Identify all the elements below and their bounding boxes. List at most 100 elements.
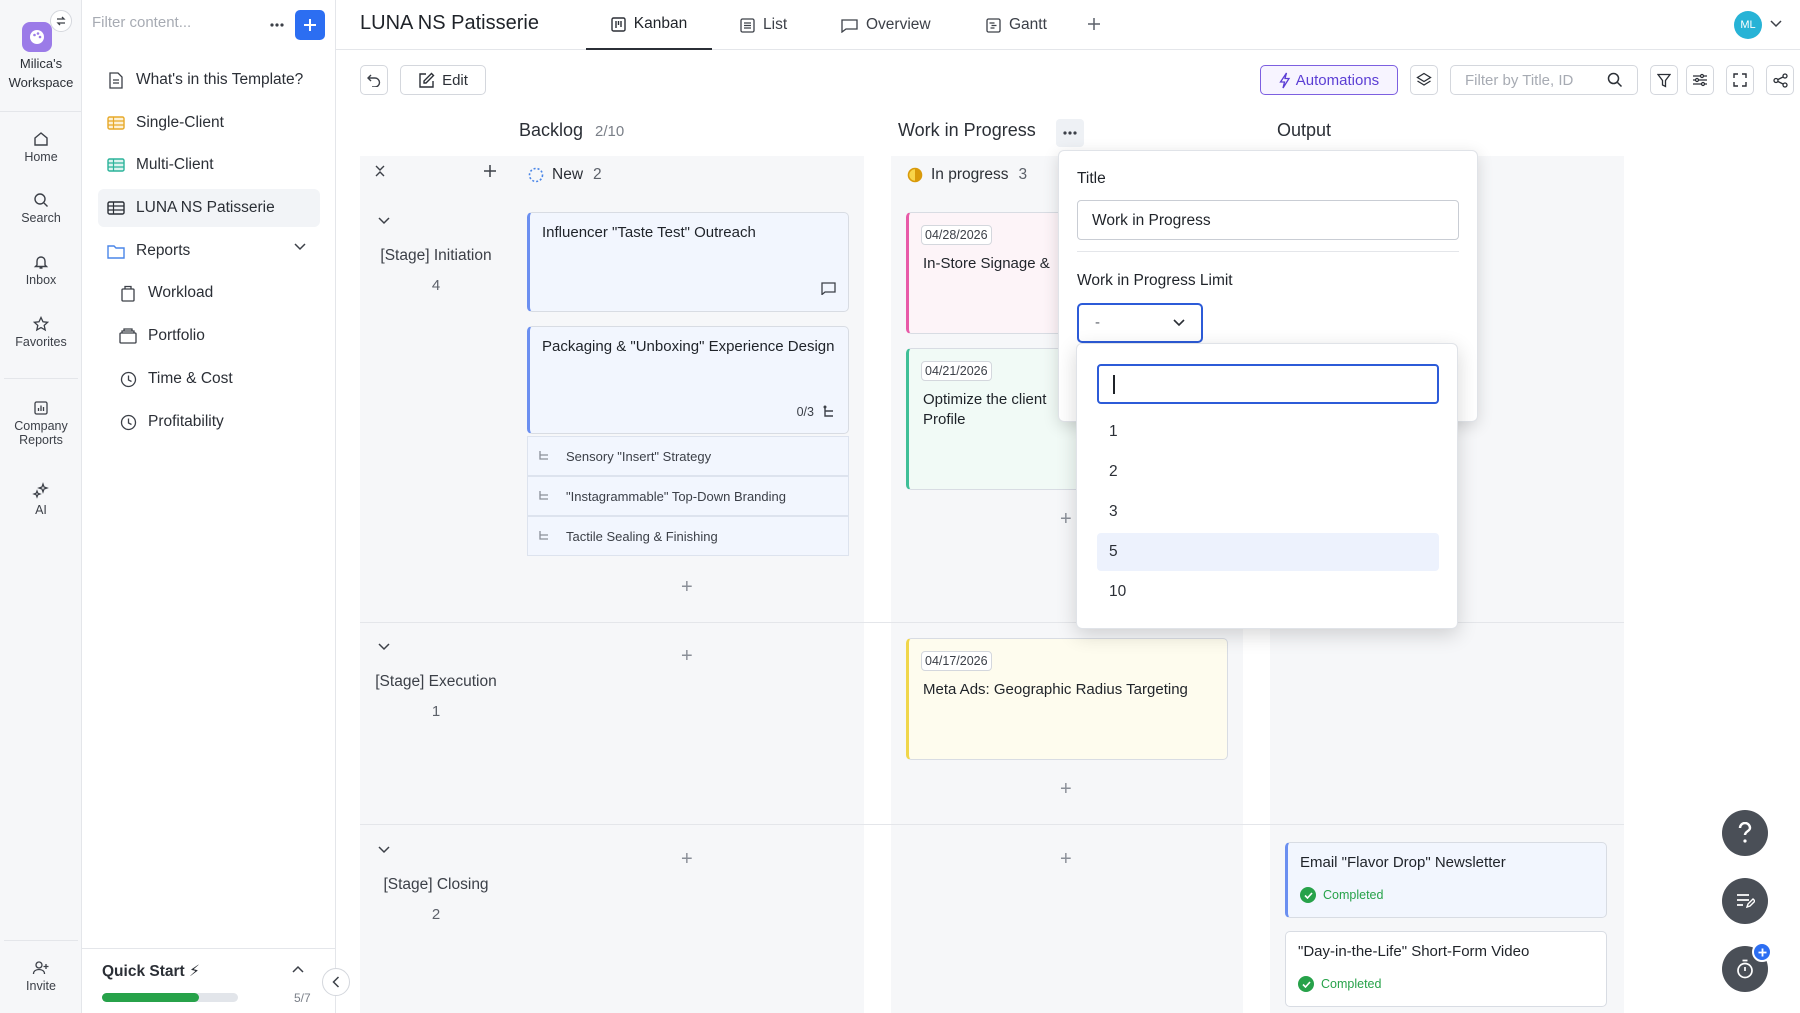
column-header-backlog[interactable]: Backlog 2/10 — [519, 120, 624, 141]
sidebar-add-button[interactable] — [295, 10, 325, 40]
list-icon — [740, 17, 755, 33]
chevron-down-icon[interactable] — [378, 217, 390, 225]
dropdown-search-input[interactable] — [1097, 364, 1439, 404]
fullscreen-button[interactable] — [1726, 65, 1754, 95]
sidebar-item-workload[interactable]: Workload — [98, 274, 320, 312]
add-card-button[interactable]: + — [1060, 848, 1072, 871]
popover-divider — [1077, 251, 1459, 252]
task-card[interactable]: Influencer "Taste Test" Outreach — [527, 212, 849, 312]
status-in-progress[interactable]: In progress 3 — [907, 166, 1027, 184]
dropdown-option[interactable]: 5 — [1097, 533, 1439, 571]
wip-limit-label: Work in Progress Limit — [1077, 272, 1233, 289]
add-stage-icon[interactable] — [482, 163, 498, 179]
sidebar-item-multi-client[interactable]: Multi-Client — [98, 146, 320, 184]
rail-favorites[interactable]: Favorites — [0, 316, 82, 349]
rail-home[interactable]: Home — [0, 131, 82, 164]
task-card[interactable]: 04/17/2026 Meta Ads: Geographic Radius T… — [906, 638, 1228, 760]
sidebar-item-template-info[interactable]: What's in this Template? — [98, 61, 320, 99]
sidebar-filter-input[interactable]: Filter content... — [92, 14, 252, 31]
settings-button[interactable] — [1686, 65, 1714, 95]
tab-overview[interactable]: Overview — [841, 0, 931, 50]
task-card[interactable]: Packaging & "Unboxing" Experience Design… — [527, 326, 849, 434]
add-card-button[interactable]: + — [681, 848, 693, 871]
subtask-counter[interactable]: 0/3 — [797, 405, 836, 419]
quick-start-progress-fill — [102, 993, 200, 1002]
sidebar-item-profitability[interactable]: Profitability — [98, 403, 320, 441]
help-button[interactable] — [1722, 810, 1768, 856]
sidebar-item-luna-ns-patisserie[interactable]: LUNA NS Patisserie — [98, 189, 320, 227]
switch-workspace-icon[interactable] — [50, 10, 72, 32]
column-header-work-in-progress[interactable]: Work in Progress — [898, 120, 1036, 141]
column-title-input[interactable]: Work in Progress — [1077, 200, 1459, 240]
stage-execution[interactable]: [Stage] Execution 1 — [360, 673, 512, 720]
stage-closing[interactable]: [Stage] Closing 2 — [360, 876, 512, 923]
chevron-down-icon[interactable] — [1770, 20, 1782, 28]
subtask-row[interactable]: Tactile Sealing & Finishing — [527, 516, 849, 556]
sidebar-item-reports[interactable]: Reports — [98, 232, 320, 270]
task-card[interactable]: "Day-in-the-Life" Short-Form Video Compl… — [1285, 931, 1607, 1007]
task-card[interactable]: Email "Flavor Drop" Newsletter Completed — [1285, 842, 1607, 918]
sidebar-item-single-client[interactable]: Single-Client — [98, 104, 320, 142]
table-yellow-icon — [106, 113, 126, 133]
rail-company-reports[interactable]: Company Reports — [0, 400, 82, 447]
subtask-icon — [539, 531, 548, 540]
add-card-button[interactable]: + — [1060, 778, 1072, 801]
text-cursor — [1113, 375, 1115, 394]
stage-initiation[interactable]: [Stage] Initiation 4 — [360, 247, 512, 294]
check-icon — [1300, 887, 1316, 903]
rail-ai[interactable]: AI — [0, 482, 82, 517]
notes-button[interactable] — [1722, 878, 1768, 924]
dropdown-option[interactable]: 1 — [1097, 413, 1439, 451]
filter-button[interactable] — [1650, 65, 1678, 95]
automations-label: Automations — [1295, 71, 1380, 89]
board-filter-input[interactable]: Filter by Title, ID — [1450, 65, 1638, 95]
sidebar-item-time-cost[interactable]: Time & Cost — [98, 360, 320, 398]
column-menu-button[interactable] — [1056, 119, 1084, 147]
add-card-button[interactable]: + — [1060, 508, 1072, 531]
workspace-switcher[interactable]: Milica's Workspace — [0, 0, 82, 112]
chevron-up-icon[interactable] — [292, 965, 304, 973]
collapse-all-icon[interactable] — [374, 164, 386, 178]
chevron-down-icon[interactable] — [378, 643, 390, 651]
tab-label: List — [763, 16, 788, 33]
avatar[interactable]: ML — [1734, 11, 1762, 39]
sidebar-item-portfolio[interactable]: Portfolio — [98, 317, 320, 355]
sidebar-item-label: Time & Cost — [148, 370, 233, 387]
edit-button[interactable]: Edit — [400, 65, 486, 95]
rail-invite[interactable]: Invite — [0, 960, 82, 993]
share-button[interactable] — [1766, 65, 1794, 95]
undo-icon — [367, 74, 381, 87]
subtask-row[interactable]: "Instagrammable" Top-Down Branding — [527, 476, 849, 516]
rail-inbox[interactable]: Inbox — [0, 254, 82, 287]
column-header-output[interactable]: Output — [1277, 120, 1331, 141]
sidebar-item-label: Profitability — [148, 413, 224, 430]
tab-kanban[interactable]: Kanban — [586, 0, 712, 50]
rail-search[interactable]: Search — [0, 192, 82, 225]
add-card-button[interactable]: + — [681, 645, 693, 668]
wip-limit-select[interactable]: - — [1077, 303, 1203, 343]
add-view-icon[interactable] — [1084, 14, 1104, 34]
left-rail: Milica's Workspace Home Search Inbox Favo… — [0, 0, 82, 1013]
collapse-sidebar-button[interactable] — [322, 968, 350, 996]
automations-button[interactable]: Automations — [1260, 65, 1398, 95]
dropdown-option[interactable]: 3 — [1097, 493, 1439, 531]
add-timer-badge[interactable] — [1752, 942, 1772, 962]
layers-button[interactable] — [1410, 65, 1438, 95]
wip-limit-dropdown: 1 2 3 5 10 — [1076, 343, 1458, 629]
undo-button[interactable] — [360, 65, 388, 95]
chevron-down-icon[interactable] — [294, 243, 306, 251]
more-options-icon[interactable] — [266, 14, 288, 36]
dropdown-option[interactable]: 10 — [1097, 573, 1439, 611]
quick-start-panel[interactable]: Quick Start ⚡ 5/7 — [82, 948, 336, 1013]
search-icon — [34, 193, 48, 207]
tab-gantt[interactable]: Gantt — [986, 0, 1047, 50]
add-card-button[interactable]: + — [681, 576, 693, 599]
column-title: Backlog — [519, 120, 584, 140]
dropdown-option[interactable]: 2 — [1097, 453, 1439, 491]
chevron-down-icon[interactable] — [378, 846, 390, 854]
comment-icon[interactable] — [821, 282, 836, 295]
subtask-row[interactable]: Sensory "Insert" Strategy — [527, 436, 849, 476]
subtask-count: 0/3 — [796, 405, 814, 419]
tab-list[interactable]: List — [740, 0, 787, 50]
status-new[interactable]: New 2 — [528, 166, 602, 184]
